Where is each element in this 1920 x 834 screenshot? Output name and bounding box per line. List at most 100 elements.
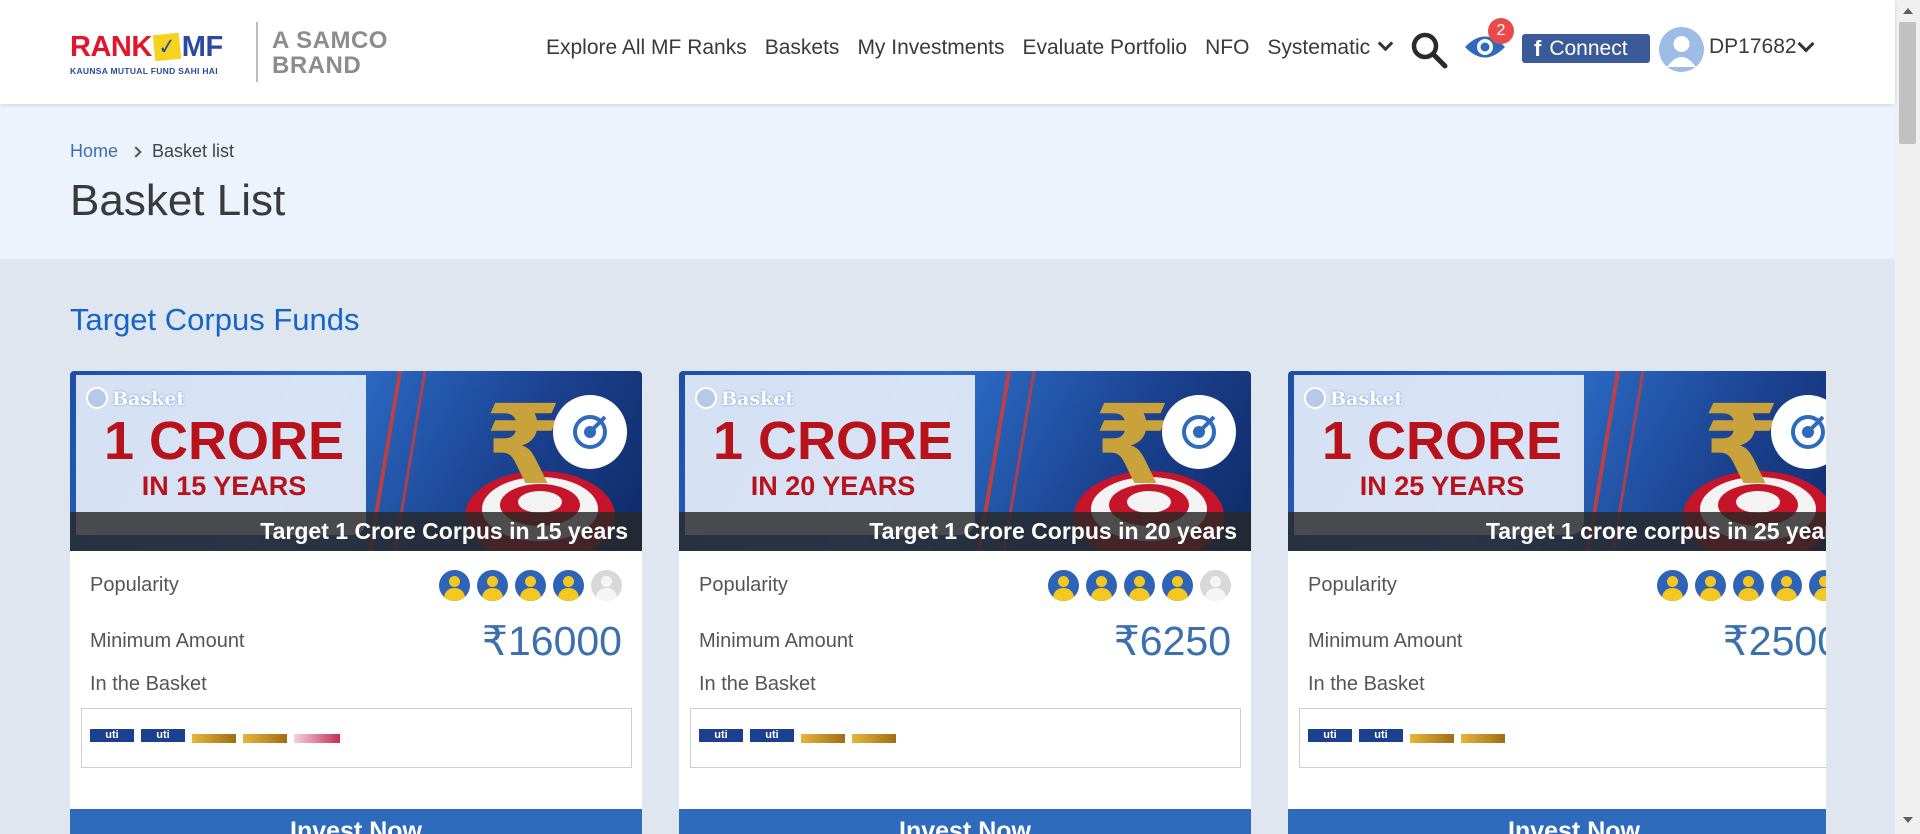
uti-fund-logo[interactable]: uti [750,729,794,747]
minimum-amount-value: ₹16000 [481,618,622,664]
logo-tagline: KAUNSA MUTUAL FUND SAHI HAI [70,66,218,76]
fund-logos-box: uti uti [1299,708,1826,768]
popularity-user-icon [1657,569,1688,601]
avatar[interactable] [1659,27,1704,72]
page-title: Basket List [70,176,286,225]
basket-banner[interactable]: ₹ Basket 1 CRORE IN 25 YEARS Target 1 cr… [1288,371,1826,551]
popularity-user-icon [1048,569,1079,601]
nav-explore-ranks[interactable]: Explore All MF Ranks [546,36,747,60]
fund-logo[interactable] [243,733,287,743]
basket-banner[interactable]: ₹ Basket 1 CRORE IN 15 YEARS Target 1 Cr… [70,371,642,551]
invest-now-button[interactable]: Invest Now [70,809,642,834]
popularity-user-icon [515,569,546,601]
popularity-rating [432,569,622,601]
popularity-user-icon [1162,569,1193,601]
page-hero: Home Basket list Basket List [0,104,1895,259]
uti-fund-logo[interactable]: uti [141,729,185,747]
basket-card[interactable]: ₹ Basket 1 CRORE IN 25 YEARS Target 1 cr… [1288,371,1826,834]
search-icon[interactable] [1409,30,1449,70]
uti-fund-logo[interactable]: uti [90,729,134,747]
basket-name[interactable]: Target 1 Crore Corpus in 20 years [679,512,1251,551]
nav-systematic[interactable]: Systematic [1267,35,1394,60]
banner-amount: 1 CRORE [712,411,954,471]
breadcrumb-home-link[interactable]: Home [70,141,118,162]
fund-logo[interactable] [1410,733,1454,743]
nav-systematic-label: Systematic [1267,36,1371,59]
svg-text:₹: ₹ [1703,381,1780,509]
basket-name[interactable]: Target 1 crore corpus in 25 years [1288,512,1826,551]
minimum-amount-row: Minimum Amount ₹2500 [1308,616,1826,666]
rankmf-logo[interactable]: RANK ✓ MF KAUNSA MUTUAL FUND SAHI HAI A SA… [70,22,390,82]
chevron-down-icon[interactable] [1797,35,1815,53]
uti-fund-logo[interactable]: uti [699,729,743,747]
nav-nfo[interactable]: NFO [1205,36,1249,60]
uti-fund-logo[interactable]: uti [1308,729,1352,747]
main-nav: Explore All MF Ranks Baskets My Investme… [546,34,1409,62]
invest-now-button[interactable]: Invest Now [1288,809,1826,834]
uti-fund-logo[interactable]: uti [1359,729,1403,747]
popularity-user-icon [477,569,508,601]
banner-years: IN 25 YEARS [1359,471,1525,501]
popularity-user-icon [1809,569,1826,601]
facebook-connect-button[interactable]: f Connect [1522,34,1650,63]
svg-text:₹: ₹ [1094,381,1171,509]
basket-logo-icon [86,387,108,409]
banner-basket-word: Basket [1304,387,1403,410]
fund-logo[interactable] [1461,733,1505,743]
fund-logos-box: uti uti [690,708,1241,768]
nav-my-investments[interactable]: My Investments [857,36,1004,60]
breadcrumb: Home Basket list [70,141,234,162]
user-id-menu[interactable]: DP17682 [1709,35,1797,59]
basket-card[interactable]: ₹ Basket 1 CRORE IN 20 YEARS Target 1 Cr… [679,371,1251,834]
fund-logos-box: uti uti [81,708,632,768]
fund-logo[interactable] [294,733,340,743]
scrollbar-thumb[interactable] [1899,22,1916,144]
basket-cards: ₹ Basket 1 CRORE IN 15 YEARS Target 1 Cr… [70,371,1826,834]
minimum-amount-value: ₹2500 [1722,618,1826,664]
logo-mf-text: MF [181,31,223,63]
facebook-icon: f [1534,35,1542,61]
fund-logo[interactable] [192,733,236,743]
basket-logo-icon [1304,387,1326,409]
basket-card[interactable]: ₹ Basket 1 CRORE IN 15 YEARS Target 1 Cr… [70,371,642,834]
samco-brand: A SAMCO BRAND [272,28,388,78]
scroll-up-arrow-icon[interactable] [1903,8,1913,14]
basket-banner[interactable]: ₹ Basket 1 CRORE IN 20 YEARS Target 1 Cr… [679,371,1251,551]
scroll-down-arrow-icon[interactable] [1903,817,1913,823]
chevron-down-icon [1377,35,1394,52]
popularity-user-icon [439,569,470,601]
fund-logo[interactable] [801,733,845,743]
basket-name[interactable]: Target 1 Crore Corpus in 15 years [70,512,642,551]
popularity-user-icon [1124,569,1155,601]
popularity-row: Popularity [1308,567,1826,603]
invest-now-button[interactable]: Invest Now [679,809,1251,834]
minimum-amount-label: Minimum Amount [699,629,854,652]
chevron-right-icon [130,145,142,158]
in-basket-label: In the Basket [1308,673,1425,695]
banner-amount: 1 CRORE [103,411,345,471]
connect-label: Connect [1549,36,1628,60]
vertical-scrollbar[interactable] [1895,0,1920,834]
popularity-user-icon [1695,569,1726,601]
section-title: Target Corpus Funds [70,302,360,337]
popularity-user-icon [591,569,622,601]
target-icon [1771,395,1826,469]
check-icon: ✓ [152,32,182,62]
popularity-label: Popularity [90,573,179,596]
popularity-user-icon [1086,569,1117,601]
fund-logo[interactable] [852,733,896,743]
banner-basket-word: Basket [86,387,185,410]
banner-amount: 1 CRORE [1321,411,1563,471]
minimum-amount-label: Minimum Amount [1308,629,1463,652]
in-basket-label: In the Basket [699,673,816,695]
breadcrumb-current: Basket list [152,141,235,161]
minimum-amount-label: Minimum Amount [90,629,245,652]
basket-logo-icon [695,387,717,409]
popularity-label: Popularity [1308,573,1397,596]
popularity-label: Popularity [699,573,788,596]
watchlist-count-badge: 2 [1488,18,1514,44]
brand-line-2: BRAND [272,52,362,79]
nav-evaluate-portfolio[interactable]: Evaluate Portfolio [1022,36,1187,60]
popularity-rating [1041,569,1231,601]
nav-baskets[interactable]: Baskets [765,36,840,60]
